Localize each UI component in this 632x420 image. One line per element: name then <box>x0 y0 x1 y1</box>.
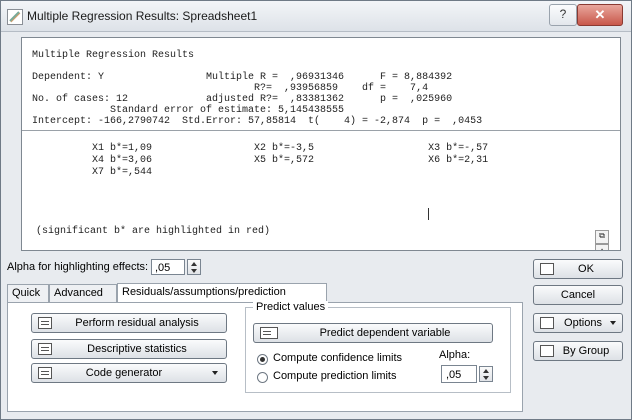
alpha-effects-spinner[interactable] <box>187 259 201 275</box>
predict-alpha-label: Alpha: <box>439 349 471 361</box>
expand-icon[interactable]: ▴ <box>595 244 609 250</box>
confidence-limits-label: Compute confidence limits <box>273 352 403 364</box>
tab-advanced[interactable]: Advanced <box>49 284 117 302</box>
coef-line-2: X4 b*=3,06 X5 b*=,572 X6 b*=2,31 <box>32 155 489 166</box>
output-divider <box>22 130 620 131</box>
predict-values-title: Predict values <box>253 301 329 313</box>
prediction-limits-label: Compute prediction limits <box>273 370 397 382</box>
code-generator-button[interactable]: Code generator <box>31 363 227 383</box>
coef-line-1: X1 b*=1,09 X2 b*=-3,5 X3 b*=-,57 <box>32 143 489 154</box>
output-corner-controls: ⧉▴ <box>594 230 620 250</box>
summary-line-intercept: Intercept: -166,2790742 Std.Error: 57,85… <box>32 116 483 127</box>
predict-alpha-spinner[interactable] <box>479 366 493 382</box>
app-icon <box>7 9 23 25</box>
results-output-pane[interactable]: Multiple Regression Results Dependent: Y… <box>21 37 621 251</box>
tab-residuals-assumptions-prediction[interactable]: Residuals/assumptions/prediction <box>117 283 327 303</box>
summary-line-dependent: Dependent: Y Multiple R = ,96931346 F = … <box>32 72 453 83</box>
confidence-limits-radio[interactable] <box>257 354 268 365</box>
options-button[interactable]: Options <box>533 313 623 333</box>
predict-alpha-input[interactable]: ,05 <box>441 365 477 383</box>
title-bar[interactable]: Multiple Regression Results: Spreadsheet… <box>1 1 631 32</box>
prediction-limits-radio[interactable] <box>257 372 268 383</box>
results-heading: Multiple Regression Results <box>32 50 195 61</box>
window-title: Multiple Regression Results: Spreadsheet… <box>27 9 258 23</box>
results-dialog: Multiple Regression Results: Spreadsheet… <box>0 0 632 420</box>
alpha-effects-label: Alpha for highlighting effects: <box>7 261 149 273</box>
summary-line-r2: R?= ,93956859 df = 7,4 <box>32 83 429 94</box>
coef-line-3: X7 b*=,544 <box>32 167 153 178</box>
alpha-effects-input[interactable]: ,05 <box>151 259 185 275</box>
summary-line-cases: No. of cases: 12 adjusted R?= ,83381362 … <box>32 94 453 105</box>
significance-note: (significant b* are highlighted in red) <box>36 226 271 237</box>
by-group-button[interactable]: By Group <box>533 341 623 361</box>
table-icon <box>540 263 554 275</box>
tab-quick[interactable]: Quick <box>7 284 49 302</box>
copy-icon[interactable]: ⧉ <box>595 230 609 244</box>
ok-button[interactable]: OK <box>533 259 623 279</box>
cancel-button[interactable]: Cancel <box>533 285 623 305</box>
help-button[interactable]: ? <box>549 4 577 26</box>
predict-dependent-variable-button[interactable]: Predict dependent variable <box>253 323 493 343</box>
summary-line-std-error: Standard error of estimate: 5,145438555 <box>32 105 345 116</box>
close-button[interactable]: ✕ <box>577 4 623 26</box>
options-icon <box>540 317 554 329</box>
descriptive-statistics-button[interactable]: Descriptive statistics <box>31 339 227 359</box>
chevron-down-icon <box>212 371 218 375</box>
by-group-icon <box>540 345 554 357</box>
text-cursor <box>428 208 429 220</box>
perform-residual-analysis-button[interactable]: Perform residual analysis <box>31 313 227 333</box>
chevron-down-icon <box>610 321 616 325</box>
